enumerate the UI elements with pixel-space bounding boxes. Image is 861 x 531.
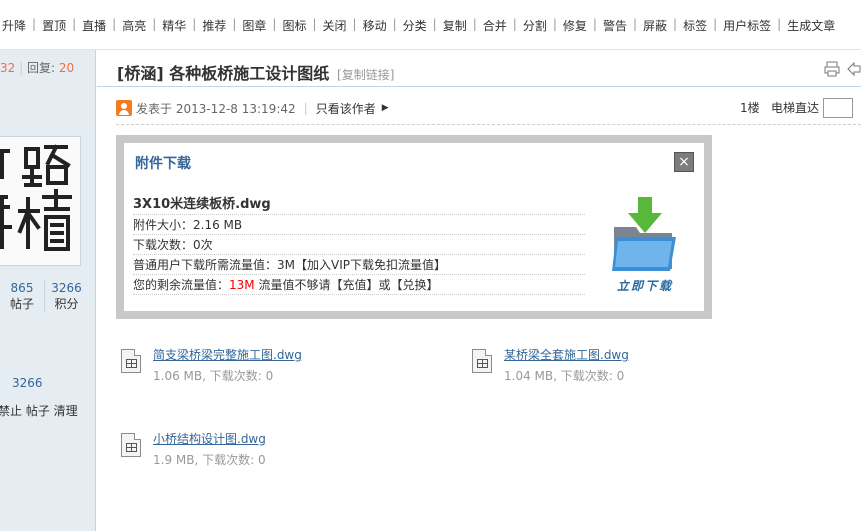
back-icon[interactable] [845, 60, 861, 78]
credit-value: 3266 [12, 376, 43, 390]
close-icon[interactable]: × [674, 152, 694, 172]
reply-label: 回复: [26, 61, 56, 75]
exchange-link[interactable]: 【兑换】 [391, 278, 439, 292]
threads-stat[interactable]: 865 帖子 [0, 280, 44, 312]
remaining-prefix: 您的剩余流量值： [133, 278, 230, 292]
attachment-info: 3X10米连续板桥.dwg 附件大小：2.16 MB 下载次数：0次 普通用户下… [133, 195, 585, 295]
vip-link[interactable]: 【加入VIP下载免扣流量值】 [295, 258, 446, 272]
admin-actions[interactable]: 禁止 帖子 清理 [0, 402, 78, 419]
author-sidebar: 32 | 回复: 20 865 帖子 3266 积分 3266 禁止 帖子 清理 [0, 50, 96, 531]
avatar[interactable] [0, 136, 81, 266]
toolbar-item[interactable]: 图标 [276, 17, 312, 34]
credits-count[interactable]: 3266 [45, 280, 88, 296]
floor-jump-input[interactable] [823, 98, 853, 118]
toolbar-items: 升降 | 置顶 | 直播 | 高亮 | 精华 | 推荐 | 图章 | 图标 | 关闭 | 移动 | 分类 | 复制 | 合并 | 分… [0, 17, 841, 34]
threads-label: 帖子 [9, 297, 34, 311]
author-counts: 865 帖子 3266 积分 [0, 280, 96, 312]
flow-remaining: 您的剩余流量值：13M 流量值不够请【充值】或【兑换】 [133, 275, 585, 295]
post-divider [116, 124, 861, 125]
toolbar-item[interactable]: 推荐 [196, 17, 232, 34]
remaining-suffix: 流量值不够请 [258, 278, 331, 292]
toolbar-item[interactable]: 标签 [677, 17, 713, 34]
or-text: 或 [378, 278, 391, 292]
attachment-downloads: 下载次数：0次 [133, 235, 585, 255]
view-count: 32 [0, 61, 16, 75]
toolbar-item[interactable]: 分类 [397, 17, 433, 34]
attachment-meta: 1.06 MB, 下载次数: 0 [153, 369, 274, 383]
attachment-item: 某桥梁全套施工图.dwg 1.04 MB, 下载次数: 0 [472, 347, 629, 384]
download-button[interactable]: 立即下载 [610, 193, 680, 295]
dialog-title: 附件下载 [135, 156, 191, 172]
toolbar-item[interactable]: 直播 [76, 17, 112, 34]
title-icons [823, 60, 861, 78]
toolbar-item[interactable]: 生成文章 [781, 17, 841, 34]
moderation-toolbar: 升降 | 置顶 | 直播 | 高亮 | 精华 | 推荐 | 图章 | 图标 | 关闭 | 移动 | 分类 | 复制 | 合并 | 分… [0, 0, 861, 50]
play-arrow-icon: ▶ [381, 103, 389, 113]
user-icon [116, 100, 132, 116]
download-folder-icon [612, 197, 676, 271]
toolbar-item[interactable]: 分割 [517, 17, 553, 34]
download-button-label: 立即下载 [616, 279, 673, 293]
attachment-meta: 1.9 MB, 下载次数: 0 [153, 453, 266, 467]
post-meta: 发表于 2013-12-8 13:19:42 | 只看该作者 ▶ [116, 99, 389, 117]
attachment-item: 小桥结构设计图.dwg 1.9 MB, 下载次数: 0 [121, 431, 266, 468]
posted-at: 发表于 2013-12-8 13:19:42 [136, 101, 296, 116]
dwg-file-icon [472, 349, 492, 373]
threads-count[interactable]: 865 [0, 280, 44, 296]
download-dialog: 附件下载 × 3X10米连续板桥.dwg 附件大小：2.16 MB 下载次数：0… [124, 143, 704, 311]
floor-number: 1楼 [740, 101, 760, 115]
attachment-item: 简支梁桥梁完整施工图.dwg 1.06 MB, 下载次数: 0 [121, 347, 302, 384]
thread-stats: 32 | 回复: 20 [0, 61, 75, 75]
toolbar-item[interactable]: 修复 [557, 17, 593, 34]
toolbar-item[interactable]: 用户标签 [717, 17, 777, 34]
attachment-link[interactable]: 小桥结构设计图.dwg [153, 431, 266, 447]
attachment-size: 附件大小：2.16 MB [133, 215, 585, 235]
meta-divider: | [303, 101, 308, 115]
toolbar-item[interactable]: 置顶 [36, 17, 72, 34]
attachment-link[interactable]: 简支梁桥梁完整施工图.dwg [153, 347, 302, 363]
toolbar-item[interactable]: 合并 [477, 17, 513, 34]
page-title: [桥涵] 各种板桥施工设计图纸 [117, 64, 330, 83]
toolbar-item[interactable]: 图章 [236, 17, 272, 34]
copy-link-button[interactable]: [复制链接] [337, 68, 394, 82]
credits-stat[interactable]: 3266 积分 [44, 280, 88, 312]
toolbar-item[interactable]: 警告 [597, 17, 633, 34]
title-divider [97, 86, 861, 87]
toolbar-item[interactable]: 高亮 [116, 17, 152, 34]
dwg-file-icon [121, 433, 141, 457]
attachment-meta: 1.04 MB, 下载次数: 0 [504, 369, 625, 383]
recharge-link[interactable]: 【充值】 [330, 278, 378, 292]
credits-label: 积分 [54, 297, 79, 311]
avatar-calligraphy-icon [0, 137, 80, 265]
flow-required-text: 普通用户下载所需流量值：3M [133, 258, 295, 272]
attachment-filename: 3X10米连续板桥.dwg [133, 195, 585, 215]
toolbar-item[interactable]: 关闭 [317, 17, 353, 34]
print-icon[interactable] [823, 60, 841, 78]
attachment-link[interactable]: 某桥梁全套施工图.dwg [504, 347, 629, 363]
toolbar-item[interactable]: 复制 [437, 17, 473, 34]
toolbar-item[interactable]: 屏蔽 [637, 17, 673, 34]
jump-label: 电梯直达 [771, 101, 820, 115]
only-author-link[interactable]: 只看该作者 [316, 100, 376, 117]
toolbar-item[interactable]: 精华 [156, 17, 192, 34]
toolbar-item[interactable]: 升降 [0, 17, 32, 34]
reply-count: 20 [58, 61, 75, 75]
remaining-value: 13M [229, 278, 255, 292]
dwg-file-icon [121, 349, 141, 373]
flow-required: 普通用户下载所需流量值：3M【加入VIP下载免扣流量值】 [133, 255, 585, 275]
thread-title-row: [桥涵] 各种板桥施工设计图纸 [复制链接] [117, 60, 861, 84]
toolbar-item[interactable]: 移动 [357, 17, 393, 34]
